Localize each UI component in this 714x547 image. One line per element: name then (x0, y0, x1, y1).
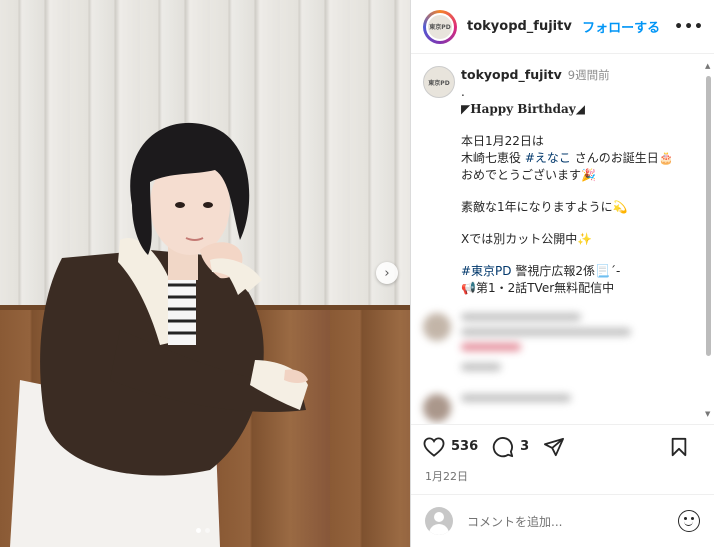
user-avatar-icon (425, 507, 453, 535)
header-username[interactable]: tokyopd_fujitv (467, 19, 572, 34)
bookmark-icon (671, 437, 687, 456)
caption-line: 本日1月22日は (461, 134, 544, 148)
caption-username[interactable]: tokyopd_fujitv (461, 67, 562, 82)
caption-line: 素敵な1年になりますように💫 (461, 200, 628, 214)
comment-icon (492, 436, 514, 457)
like-count[interactable]: 536 (451, 439, 478, 454)
comments-scrollbar[interactable]: ▲ ▼ (705, 62, 712, 418)
avatar: 東京PD (426, 12, 454, 41)
story-ring[interactable]: 東京PD (423, 9, 457, 44)
like-button[interactable]: 536 (423, 436, 478, 457)
post-side-panel: 東京PD tokyopd_fujitv フォローする ••• 東京PD toky… (410, 0, 714, 547)
chevron-right-icon: › (384, 265, 390, 281)
caption-line: Xでは別カット公開中✨ (461, 232, 593, 246)
comment-button[interactable]: 3 (492, 436, 529, 458)
add-comment-bar: コメントを追加... (411, 494, 714, 547)
emoji-icon[interactable] (678, 510, 700, 532)
comment-input[interactable]: コメントを追加... (467, 513, 562, 530)
blurred-comment (423, 313, 700, 422)
carousel-dots (196, 528, 210, 533)
share-button[interactable] (543, 437, 565, 457)
hashtag-link[interactable]: #東京PD (461, 264, 512, 278)
heart-icon (423, 436, 445, 457)
action-bar: 536 3 (411, 424, 714, 468)
carousel-next-button[interactable]: › (376, 262, 398, 284)
comments-area[interactable]: 東京PD tokyopd_fujitv 9週間前 . ◤Happy Birthda… (411, 54, 714, 424)
send-icon (544, 437, 565, 456)
caption-time[interactable]: 9週間前 (568, 68, 610, 82)
caption-title: ◤Happy Birthday◢ (461, 102, 585, 116)
more-options-icon[interactable]: ••• (674, 19, 704, 35)
scroll-up-icon[interactable]: ▲ (705, 62, 710, 70)
instagram-post: › 東京PD tokyopd_fujitv フォローする ••• 東京PD to… (0, 0, 714, 547)
post-date[interactable]: 1月22日 (425, 468, 468, 484)
carousel-dot-active (196, 528, 201, 533)
caption-line: #東京PD 警視庁広報2係📃ˊ- (461, 264, 621, 278)
post-photo[interactable]: › (0, 0, 410, 547)
caption-line: 木崎七恵役 #えなこ さんのお誕生日🎂 (461, 151, 674, 165)
caption-line: . (461, 85, 465, 99)
scroll-thumb[interactable] (706, 76, 711, 356)
hashtag-link[interactable]: #えなこ (525, 151, 571, 165)
person-figure (10, 122, 308, 547)
post-header: 東京PD tokyopd_fujitv フォローする ••• (411, 0, 714, 54)
save-button[interactable] (670, 437, 688, 457)
scroll-down-icon[interactable]: ▼ (705, 410, 710, 418)
caption-body: tokyopd_fujitv 9週間前 . ◤Happy Birthday◢ 本日… (461, 66, 700, 297)
comment-count: 3 (520, 439, 530, 454)
caption-avatar[interactable]: 東京PD (423, 66, 455, 98)
caption-line: 📢第1・2話TVer無料配信中 (461, 281, 615, 295)
caption-line: おめでとうございます🎉 (461, 168, 596, 182)
follow-button[interactable]: フォローする (582, 17, 660, 36)
carousel-dot (205, 528, 210, 533)
caption: 東京PD tokyopd_fujitv 9週間前 . ◤Happy Birthda… (423, 66, 700, 297)
